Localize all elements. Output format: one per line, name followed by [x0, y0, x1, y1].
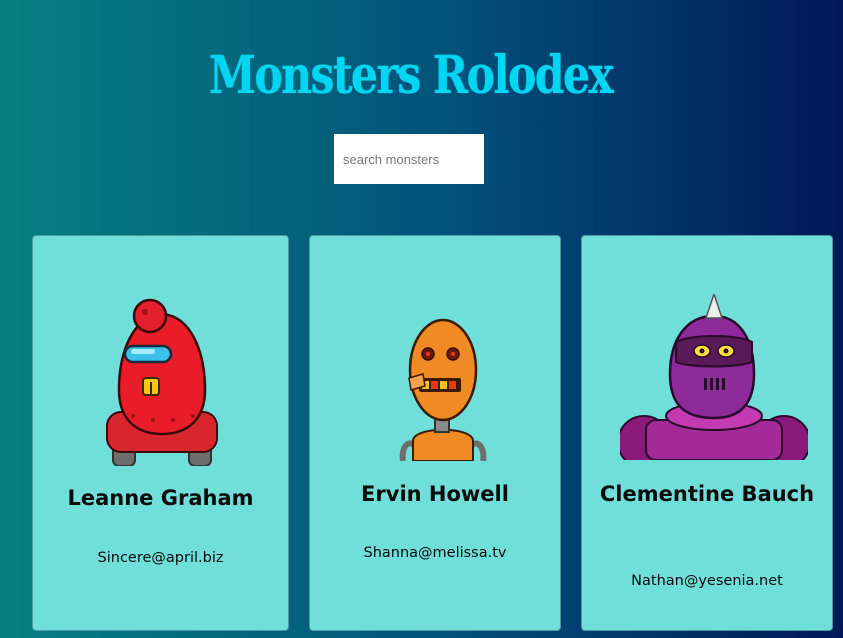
page-title: Monsters Rolodex: [208, 44, 614, 106]
monster-name: Ervin Howell: [361, 482, 509, 506]
search-input[interactable]: [334, 134, 484, 184]
monster-avatar-image: [620, 294, 808, 460]
monster-name: Leanne Graham: [67, 486, 254, 510]
monster-name: Clementine Bauch: [599, 482, 815, 506]
monster-email: Nathan@yesenia.net: [631, 573, 783, 589]
monster-card[interactable]: Ervin Howell Shanna@melissa.tv: [309, 235, 561, 631]
monster-card[interactable]: Leanne Graham Sincere@april.biz: [32, 235, 289, 631]
monster-avatar-image: [106, 298, 218, 466]
monster-email: Sincere@april.biz: [97, 550, 224, 566]
monster-email: Shanna@melissa.tv: [363, 545, 507, 561]
monster-card[interactable]: Clementine Bauch Nathan@yesenia.net: [581, 235, 833, 631]
monster-avatar-image: [399, 318, 487, 461]
